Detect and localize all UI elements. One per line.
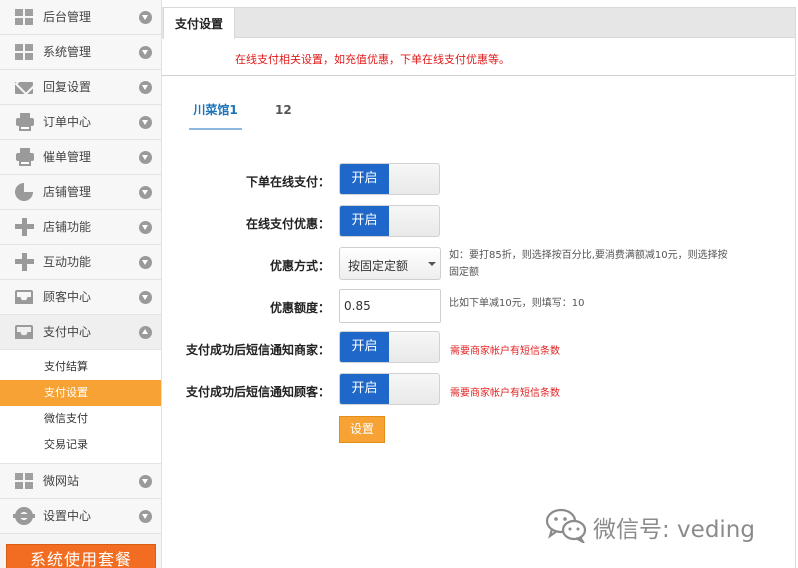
toggle-on-label: 开启 [340,164,389,194]
menu-item-store-management[interactable]: 店铺管理 [0,175,161,210]
wechat-icon [545,508,587,543]
online-pay-toggle[interactable]: 开启 [339,163,440,195]
submenu-item-settlement[interactable]: 支付结算 [0,354,161,380]
chevron-down-icon [139,151,152,164]
chevron-down-icon [139,116,152,129]
sidebar-menu: 后台管理 系统管理 回复设置 订单中心 催单管理 店铺管理 店铺功能 互动功能 … [0,0,161,350]
inbox-icon [15,290,33,304]
menu-item-payment-center[interactable]: 支付中心 [0,315,161,350]
menu-item-system[interactable]: 系统管理 [0,35,161,70]
select-value: 按固定定额 [348,259,409,273]
store-tabs: 川菜馆1 12 [162,77,796,135]
sms-merchant-toggle[interactable]: 开启 [339,331,440,363]
toggle-on-label: 开启 [340,332,389,362]
chevron-up-icon [139,326,152,339]
menu-item-label: 顾客中心 [43,290,92,304]
menu-item-backend[interactable]: 后台管理 [0,0,161,35]
menu-item-label: 微网站 [43,474,80,488]
menu-item-interaction[interactable]: 互动功能 [0,245,161,280]
plus-icon [15,218,35,236]
chevron-down-icon [139,11,152,24]
grid-icon [15,8,35,26]
system-package-button[interactable]: 系统使用套餐 [6,544,156,568]
menu-item-reply[interactable]: 回复设置 [0,70,161,105]
top-tab-bar: 支付设置 [162,7,796,39]
chevron-down-icon [139,186,152,199]
discount-amount-input[interactable] [339,289,441,323]
online-discount-label: 在线支付优惠： [245,217,330,231]
discount-amount-hint: 比如下单减10元，则填写：10 [449,298,585,309]
online-pay-label: 下单在线支付： [245,175,330,189]
menu-item-label: 支付中心 [43,325,92,339]
pie-chart-icon [15,183,33,201]
menu-item-label: 订单中心 [43,115,92,129]
sms-customer-label: 支付成功后短信通知顾客： [185,385,330,399]
submenu-item-payment-settings[interactable]: 支付设置 [0,380,161,406]
chevron-down-icon [139,291,152,304]
grid-icon [15,472,35,490]
menu-item-label: 店铺功能 [43,220,92,234]
plus-icon [15,253,35,271]
inbox-icon [15,325,33,339]
dropdown-arrow-icon [428,262,436,266]
chevron-down-icon [139,81,152,94]
menu-item-label: 回复设置 [43,80,92,94]
sms-customer-toggle[interactable]: 开启 [339,373,440,405]
chevron-down-icon [139,475,152,488]
main-panel: 支付设置 在线支付相关设置，如充值优惠，下单在线支付优惠等。 川菜馆1 12 下… [162,0,798,568]
menu-item-label: 设置中心 [43,509,92,523]
printer-icon [15,113,35,131]
chevron-down-icon [139,46,152,59]
toggle-on-label: 开启 [340,206,389,236]
payment-submenu: 支付结算 支付设置 微信支付 交易记录 [0,350,161,464]
store-tab-active[interactable]: 川菜馆1 [189,102,242,130]
discount-mode-select[interactable]: 按固定定额 [339,247,441,280]
notice-bar: 在线支付相关设置，如充值优惠，下单在线支付优惠等。 [162,38,796,76]
menu-item-label: 后台管理 [43,10,92,24]
chevron-down-icon [139,256,152,269]
menu-item-microsite[interactable]: 微网站 [0,464,161,499]
menu-item-label: 互动功能 [43,255,92,269]
toggle-on-label: 开启 [340,374,389,404]
online-discount-toggle[interactable]: 开启 [339,205,440,237]
sms-merchant-label: 支付成功后短信通知商家： [185,343,330,357]
menu-item-label: 催单管理 [43,150,92,164]
menu-item-customers[interactable]: 顾客中心 [0,280,161,315]
menu-item-store-features[interactable]: 店铺功能 [0,210,161,245]
notice-text: 在线支付相关设置，如充值优惠，下单在线支付优惠等。 [235,53,510,66]
menu-item-label: 系统管理 [43,45,92,59]
store-tab[interactable]: 12 [275,102,292,130]
tab-payment-settings[interactable]: 支付设置 [163,7,235,39]
hint-line: 如：要打85折，则选择按百分比,要消费满额减10元，则选择按 [449,250,728,261]
wechat-watermark: 微信号: veding [545,507,781,543]
submenu-item-wechat-pay[interactable]: 微信支付 [0,406,161,432]
menu-item-reminders[interactable]: 催单管理 [0,140,161,175]
sidebar: 后台管理 系统管理 回复设置 订单中心 催单管理 店铺管理 店铺功能 互动功能 … [0,0,162,568]
sms-customer-warning: 需要商家帐户有短信条数 [450,388,560,399]
gear-icon [13,507,35,525]
chevron-down-icon [139,221,152,234]
printer-icon [15,148,35,166]
discount-mode-hint: 如：要打85折，则选择按百分比,要消费满额减10元，则选择按 固定额 [449,247,769,281]
mail-icon [15,82,33,94]
hint-line: 固定额 [449,267,479,278]
sidebar-menu-lower: 微网站 设置中心 [0,464,161,534]
submenu-item-transactions[interactable]: 交易记录 [0,432,161,458]
menu-item-orders[interactable]: 订单中心 [0,105,161,140]
grid-icon [15,43,35,61]
watermark-text: 微信号: veding [593,517,755,543]
discount-amount-label: 优惠额度： [269,301,330,315]
settings-form: 下单在线支付： 开启 在线支付优惠： 开启 优惠方式： 按固定定额 如：要打85… [162,135,796,568]
sms-merchant-warning: 需要商家帐户有短信条数 [450,346,560,357]
menu-item-settings-center[interactable]: 设置中心 [0,499,161,534]
chevron-down-icon [139,510,152,523]
menu-item-label: 店铺管理 [43,185,92,199]
discount-mode-label: 优惠方式： [269,259,330,273]
save-settings-button[interactable]: 设置 [339,416,385,443]
